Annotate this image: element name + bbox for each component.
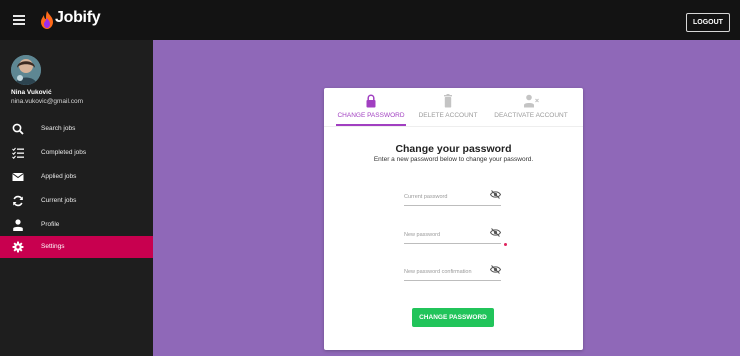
gear-icon xyxy=(12,241,24,253)
sidebar-item-profile[interactable]: Profile xyxy=(0,214,153,236)
avatar[interactable] xyxy=(11,55,41,85)
settings-card: CHANGE PASSWORD DELETE ACCOUNT DEACTIVAT… xyxy=(324,88,583,350)
hamburger-icon[interactable] xyxy=(13,15,25,25)
sidebar-item-label: Settings xyxy=(41,243,65,250)
tab-deactivate-account[interactable]: DEACTIVATE ACCOUNT xyxy=(488,94,574,124)
sidebar-item-applied-jobs[interactable]: Applied jobs xyxy=(0,166,153,188)
person-icon xyxy=(13,219,23,231)
checklist-icon xyxy=(12,147,24,159)
person-remove-icon xyxy=(524,94,539,108)
user-name: Nina Vuković xyxy=(11,89,52,96)
eye-slash-icon[interactable] xyxy=(490,190,501,199)
current-password-field xyxy=(404,184,501,212)
app-logo-text: Jobify xyxy=(55,9,101,26)
new-password-input[interactable] xyxy=(404,222,501,244)
sidebar-item-current-jobs[interactable]: Current jobs xyxy=(0,190,153,212)
logout-button[interactable]: LOGOUT xyxy=(686,13,730,32)
divider xyxy=(324,126,583,127)
eye-slash-icon[interactable] xyxy=(490,265,501,274)
tab-change-password[interactable]: CHANGE PASSWORD xyxy=(336,94,406,124)
tab-label: DEACTIVATE ACCOUNT xyxy=(494,112,568,119)
refresh-icon xyxy=(13,195,23,207)
sidebar-item-label: Search jobs xyxy=(41,125,76,132)
change-password-button[interactable]: CHANGE PASSWORD xyxy=(412,308,494,327)
current-password-input[interactable] xyxy=(404,184,501,206)
sidebar-item-label: Current jobs xyxy=(41,197,77,204)
top-bar: Jobify LOGOUT xyxy=(0,0,740,40)
sidebar-item-settings[interactable]: Settings xyxy=(0,236,153,258)
envelope-icon xyxy=(12,173,24,181)
sidebar-item-label: Applied jobs xyxy=(41,173,77,180)
flame-icon xyxy=(41,11,53,29)
validation-dot xyxy=(504,243,507,246)
tab-label: DELETE ACCOUNT xyxy=(418,112,478,119)
eye-slash-icon[interactable] xyxy=(490,228,501,237)
tab-delete-account[interactable]: DELETE ACCOUNT xyxy=(416,94,480,124)
search-icon xyxy=(12,123,24,135)
tab-label: CHANGE PASSWORD xyxy=(337,112,405,119)
new-password-confirmation-input[interactable] xyxy=(404,259,501,281)
sidebar-item-search-jobs[interactable]: Search jobs xyxy=(0,118,153,140)
sidebar: Nina Vuković nina.vukovic@gmail.com Sear… xyxy=(0,40,153,356)
form-subtitle: Enter a new password below to change you… xyxy=(373,156,534,163)
form-title: Change your password xyxy=(395,143,512,155)
new-password-confirmation-field xyxy=(404,259,501,287)
sidebar-item-label: Profile xyxy=(41,221,60,228)
new-password-field xyxy=(404,222,501,250)
lock-icon xyxy=(366,94,376,108)
sidebar-item-completed-jobs[interactable]: Completed jobs xyxy=(0,142,153,164)
sidebar-item-label: Completed jobs xyxy=(41,149,87,156)
trash-icon xyxy=(444,94,452,108)
user-email: nina.vukovic@gmail.com xyxy=(11,98,83,105)
